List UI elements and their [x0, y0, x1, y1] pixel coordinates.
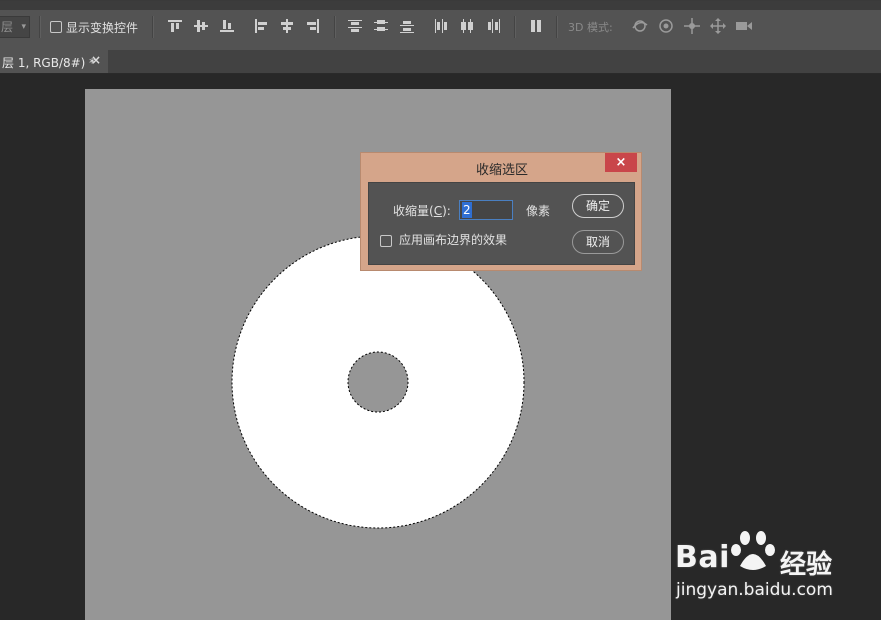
watermark-url: jingyan.baidu.com: [676, 580, 833, 600]
align-bottom-icon[interactable]: [219, 18, 235, 34]
auto-select-dropdown-value: 层: [1, 20, 14, 34]
ok-button[interactable]: 确定: [572, 194, 624, 218]
close-icon[interactable]: ×: [605, 153, 637, 172]
align-hcenter-icon[interactable]: [279, 18, 295, 34]
separator: [152, 16, 154, 38]
document-tab-bar: 层 1, RGB/8#) * ×: [0, 50, 881, 74]
show-transform-checkbox[interactable]: [50, 21, 62, 33]
roll-3d-icon[interactable]: [656, 17, 676, 35]
canvas-bounds-checkbox[interactable]: [380, 235, 392, 247]
dialog-body: 收缩量(C): 2 像素 应用画布边界的效果 确定 取消: [368, 182, 635, 265]
separator: [514, 16, 516, 38]
contract-selection-dialog: 收缩选区 × 收缩量(C): 2 像素 应用画布边界的效果 确定 取消: [360, 152, 642, 271]
align-vcenter-icon[interactable]: [193, 18, 209, 34]
paw-icon: [731, 531, 775, 570]
auto-select-dropdown[interactable]: 层 ▾: [0, 16, 30, 38]
contract-amount-label-suffix: ):: [442, 204, 451, 218]
close-tab-icon[interactable]: ×: [91, 53, 101, 67]
document-tab-title: 层 1, RGB/8#) *: [2, 56, 96, 70]
align-top-icon[interactable]: [167, 18, 183, 34]
contract-amount-label: 收缩量(C):: [393, 202, 451, 219]
align-left-icon[interactable]: [253, 18, 269, 34]
orbit-3d-icon[interactable]: [630, 17, 650, 35]
unit-label: 像素: [526, 204, 551, 218]
dist-hcenter-icon[interactable]: [459, 18, 475, 34]
options-bar: 层 ▾ 显示变换控件 3D 模式:: [0, 0, 881, 50]
align-right-icon[interactable]: [305, 18, 321, 34]
dist-right-icon[interactable]: [485, 18, 501, 34]
dist-top-icon[interactable]: [347, 18, 363, 34]
contract-amount-value: 2: [462, 202, 472, 218]
ring-shape: [232, 236, 524, 528]
separator: [39, 16, 41, 38]
dist-left-icon[interactable]: [433, 18, 449, 34]
cancel-button[interactable]: 取消: [572, 230, 624, 254]
separator: [556, 16, 558, 38]
menu-bar-edge: [0, 1, 881, 10]
document-tab[interactable]: 层 1, RGB/8#) * ×: [0, 50, 108, 73]
mode-3d-label: 3D 模式:: [568, 21, 613, 34]
separator: [334, 16, 336, 38]
contract-amount-label-key: C: [433, 204, 443, 218]
auto-align-icon[interactable]: [528, 18, 544, 34]
pan-3d-icon[interactable]: [682, 17, 702, 35]
chevron-down-icon: ▾: [21, 22, 26, 32]
baidu-jingyan-watermark: Bai 经验 jingyan.baidu.com: [672, 520, 881, 610]
slide-3d-icon[interactable]: [708, 17, 728, 35]
camera-3d-icon[interactable]: [734, 17, 754, 35]
contract-amount-label-prefix: 收缩量(: [393, 204, 434, 218]
contract-amount-input[interactable]: 2: [459, 200, 513, 220]
canvas-bounds-label: 应用画布边界的效果: [399, 233, 508, 247]
dist-vcenter-icon[interactable]: [373, 18, 389, 34]
dialog-title: 收缩选区: [475, 163, 528, 178]
dist-bottom-icon[interactable]: [399, 18, 415, 34]
watermark-brand-left: Bai: [675, 540, 730, 575]
watermark-brand-right: 经验: [780, 550, 833, 580]
show-transform-label: 显示变换控件: [66, 21, 139, 35]
